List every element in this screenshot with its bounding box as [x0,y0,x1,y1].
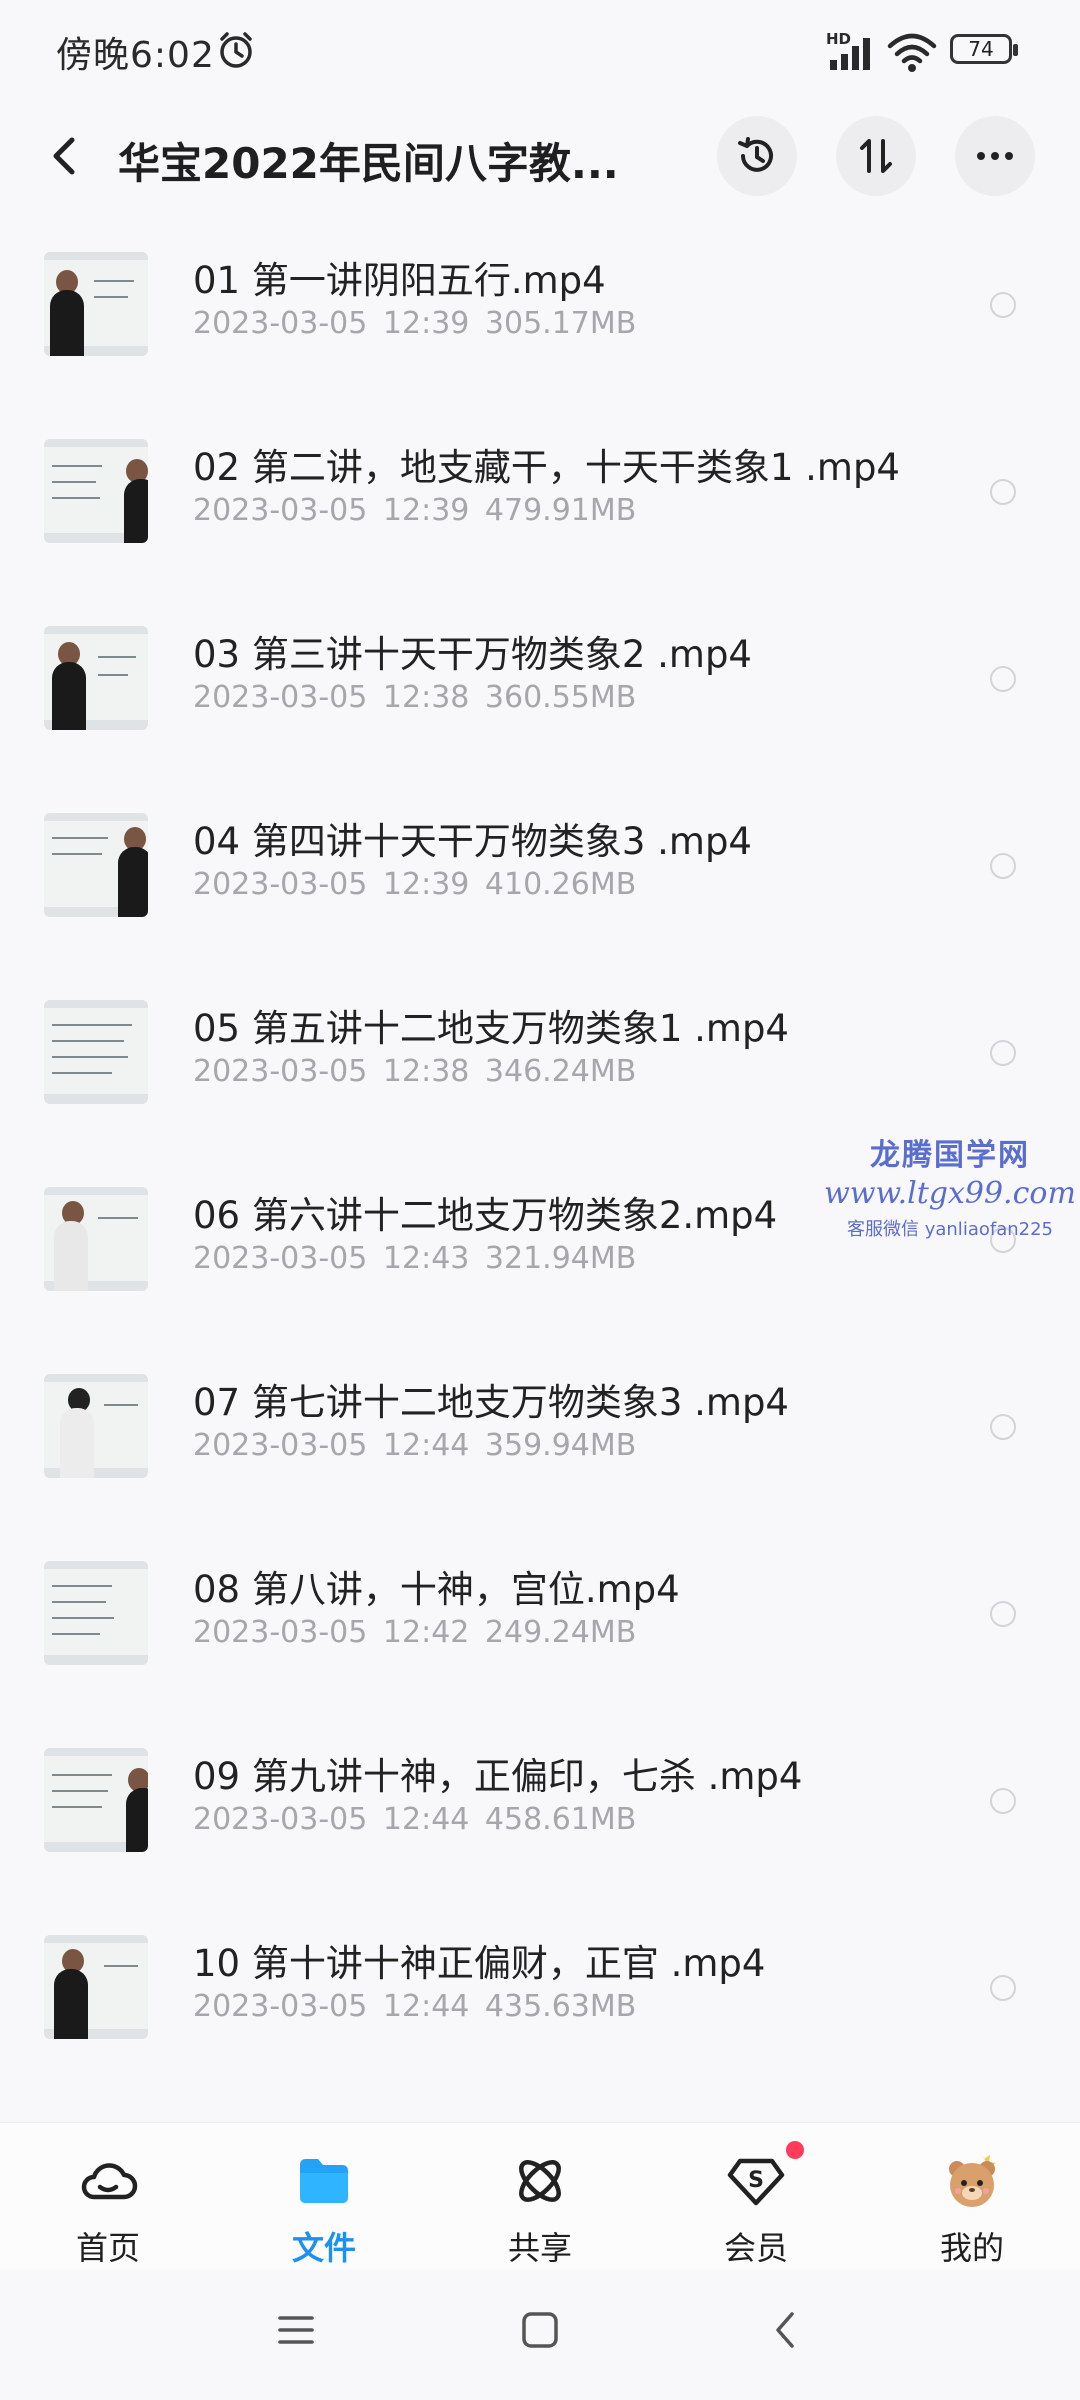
menu-lines-icon[interactable] [276,2310,316,2350]
select-radio[interactable] [990,1414,1016,1440]
select-radio[interactable] [990,1601,1016,1627]
nav-vip[interactable]: S 会员 [648,2123,864,2271]
video-thumbnail [44,1000,148,1104]
nav-share-label: 共享 [507,2229,572,2267]
more-options-button[interactable] [955,116,1035,196]
select-radio[interactable] [990,1227,1016,1253]
file-meta: 2023-03-05 12:38 360.55MB [193,680,637,715]
status-time: 傍晚6:02 [56,35,215,76]
alarm-icon [220,32,252,68]
select-radio[interactable] [990,1788,1016,1814]
file-name: 03 第三讲十天干万物类象2 .mp4 [193,633,752,676]
nav-home[interactable]: 首页 [0,2123,216,2271]
select-radio[interactable] [990,1975,1016,2001]
nav-vip-label: 会员 [723,2229,788,2267]
video-thumbnail [44,1935,148,2039]
back-arrow-icon[interactable] [44,128,84,184]
file-list-item[interactable]: 04 第四讲十天干万物类象3 .mp4 2023-03-05 12:39 410… [0,771,1080,958]
file-list-item[interactable]: 10 第十讲十神正偏财，正官 .mp4 2023-03-05 12:44 435… [0,1893,1080,2080]
video-thumbnail [44,813,148,917]
nav-files[interactable]: 文件 [216,2123,432,2271]
video-thumbnail [44,1748,148,1852]
select-radio[interactable] [990,853,1016,879]
file-meta: 2023-03-05 12:39 410.26MB [193,867,637,902]
video-thumbnail [44,439,148,543]
back-chevron-icon[interactable] [766,2310,806,2350]
file-meta: 2023-03-05 12:44 458.61MB [193,1802,637,1837]
file-meta: 2023-03-05 12:38 346.24MB [193,1054,637,1089]
file-name: 05 第五讲十二地支万物类象1 .mp4 [193,1007,789,1050]
file-list-item[interactable]: 03 第三讲十天干万物类象2 .mp4 2023-03-05 12:38 360… [0,584,1080,771]
signal-icon [830,38,870,70]
select-radio[interactable] [990,479,1016,505]
system-nav-bar [0,2270,1080,2400]
nav-files-label: 文件 [291,2229,356,2267]
battery-indicator: 74 [950,34,1018,64]
video-thumbnail [44,252,148,356]
wifi-icon [887,33,937,72]
file-name: 06 第六讲十二地支万物类象2.mp4 [193,1194,778,1237]
history-button[interactable] [717,116,797,196]
folder-icon [300,2159,348,2203]
file-name: 01 第一讲阴阳五行.mp4 [193,259,606,302]
status-bar: 傍晚6:02 HD 74 [0,0,1080,100]
nav-profile[interactable]: 我的 [864,2123,1080,2271]
more-dots-icon [977,152,1013,160]
file-name: 08 第八讲，十神，宫位.mp4 [193,1568,680,1611]
file-name: 07 第七讲十二地支万物类象3 .mp4 [193,1381,789,1424]
home-square-icon[interactable] [520,2310,560,2350]
nav-share[interactable]: 共享 [432,2123,648,2271]
vip-diamond-icon: S [727,2158,785,2206]
bottom-nav: 首页 文件 共享 S 会员 我的 [0,2122,1080,2271]
file-list-item[interactable]: 07 第七讲十二地支万物类象3 .mp4 2023-03-05 12:44 35… [0,1332,1080,1519]
video-thumbnail [44,1187,148,1291]
nav-profile-label: 我的 [939,2229,1004,2267]
video-thumbnail [44,1561,148,1665]
file-name: 09 第九讲十神，正偏印，七杀 .mp4 [193,1755,803,1798]
bear-avatar-icon [949,2153,996,2207]
share-atom-icon [519,2160,561,2202]
cloud-icon [81,2163,138,2200]
video-thumbnail [44,1374,148,1478]
sort-button[interactable] [836,116,916,196]
file-meta: 2023-03-05 12:44 435.63MB [193,1989,637,2024]
file-meta: 2023-03-05 12:39 479.91MB [193,493,637,528]
file-list-item[interactable]: 09 第九讲十神，正偏印，七杀 .mp4 2023-03-05 12:44 45… [0,1706,1080,1893]
file-list-item[interactable]: 05 第五讲十二地支万物类象1 .mp4 2023-03-05 12:38 34… [0,958,1080,1145]
file-meta: 2023-03-05 12:43 321.94MB [193,1241,637,1276]
file-list-item[interactable]: 06 第六讲十二地支万物类象2.mp4 2023-03-05 12:43 321… [0,1145,1080,1332]
video-thumbnail [44,626,148,730]
header-bar: 华宝2022年民间八字教... [0,100,1080,210]
file-list-item[interactable]: 08 第八讲，十神，宫位.mp4 2023-03-05 12:42 249.24… [0,1519,1080,1706]
file-name: 02 第二讲，地支藏干，十天干类象1 .mp4 [193,446,900,489]
file-meta: 2023-03-05 12:42 249.24MB [193,1615,637,1650]
page-title: 华宝2022年民间八字教... [118,139,619,188]
file-list-item[interactable]: 02 第二讲，地支藏干，十天干类象1 .mp4 2023-03-05 12:39… [0,397,1080,584]
svg-text:S: S [748,2168,764,2193]
select-radio[interactable] [990,666,1016,692]
sort-icon [860,139,892,173]
file-list: 01 第一讲阴阳五行.mp4 2023-03-05 12:39 305.17MB… [0,210,1080,2110]
file-name: 04 第四讲十天干万物类象3 .mp4 [193,820,752,863]
file-meta: 2023-03-05 12:39 305.17MB [193,306,637,341]
history-icon [738,137,773,172]
file-list-item[interactable]: 01 第一讲阴阳五行.mp4 2023-03-05 12:39 305.17MB [0,210,1080,397]
select-radio[interactable] [990,1040,1016,1066]
select-radio[interactable] [990,292,1016,318]
nav-home-label: 首页 [75,2229,140,2267]
file-meta: 2023-03-05 12:44 359.94MB [193,1428,637,1463]
notification-badge [786,2141,804,2159]
file-name: 10 第十讲十神正偏财，正官 .mp4 [193,1942,766,1985]
